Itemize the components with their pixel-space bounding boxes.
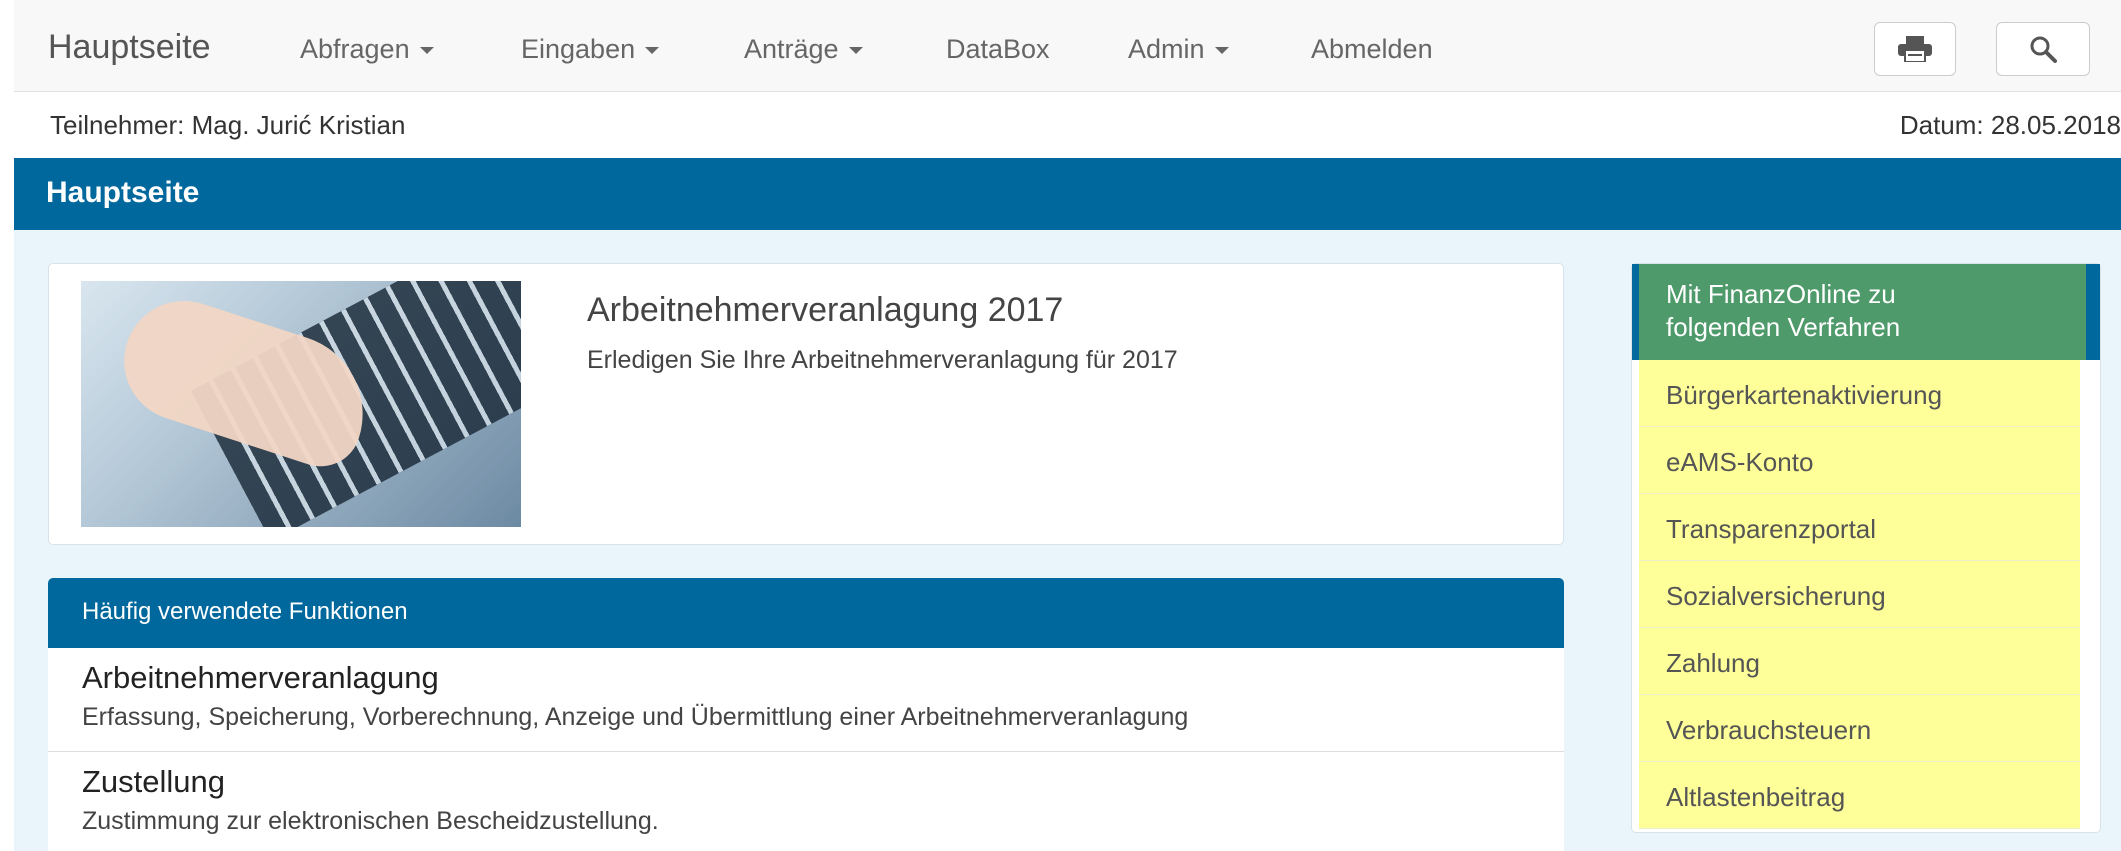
feature-card[interactable]: Arbeitnehmerveranlagung 2017 Erledigen S… [48, 263, 1564, 545]
sidebar-item-buergerkarte[interactable]: Bürgerkartenaktivierung [1639, 360, 2080, 427]
sidebar-item-label: Sozialversicherung [1666, 581, 1886, 611]
feature-title[interactable]: Arbeitnehmerveranlagung 2017 [587, 291, 1063, 330]
sidebar-item-eams[interactable]: eAMS-Konto [1639, 427, 2080, 494]
app-frame: Hauptseite Abfragen Eingaben Anträge Dat… [14, 0, 2121, 851]
frequent-functions-panel: Häufig verwendete Funktionen Arbeitnehme… [48, 578, 1564, 851]
panel-header: Häufig verwendete Funktionen [48, 578, 1564, 648]
top-navbar: Hauptseite Abfragen Eingaben Anträge Dat… [14, 0, 2121, 92]
function-title[interactable]: Zustellung [82, 764, 225, 800]
sidebar-list: Bürgerkartenaktivierung eAMS-Konto Trans… [1639, 360, 2080, 829]
nav-label: Abmelden [1311, 34, 1433, 64]
sidebar-header: Mit FinanzOnline zu folgenden Verfahren [1632, 264, 2100, 360]
panel-header-label: Häufig verwendete Funktionen [82, 598, 408, 625]
search-icon [2030, 36, 2057, 63]
sidebar-item-zahlung[interactable]: Zahlung [1639, 628, 2080, 695]
nav-label: Eingaben [521, 34, 636, 64]
nav-label: Admin [1128, 34, 1205, 64]
nav-label: Anträge [744, 34, 839, 64]
sidebar-item-label: Transparenzportal [1666, 514, 1877, 544]
nav-databox[interactable]: DataBox [946, 34, 1050, 65]
sidebar-item-label: Bürgerkartenaktivierung [1666, 380, 1943, 410]
sidebar-item-label: Zahlung [1666, 648, 1760, 678]
caret-down-icon [848, 47, 863, 55]
search-button[interactable] [1996, 22, 2090, 76]
list-item[interactable]: Zustellung Zustimmung zur elektronischen… [48, 752, 1564, 851]
sidebar-item-transparenzportal[interactable]: Transparenzportal [1639, 494, 2080, 561]
sidebar-item-label: Verbrauchsteuern [1666, 715, 1872, 745]
sidebar-item-label: eAMS-Konto [1666, 447, 1814, 477]
nav-abmelden[interactable]: Abmelden [1311, 34, 1433, 65]
page-title: Hauptseite [46, 176, 200, 209]
info-bar: Teilnehmer: Mag. Jurić Kristian Datum: 2… [14, 92, 2121, 158]
procedures-sidebar: Mit FinanzOnline zu folgenden Verfahren … [1631, 263, 2101, 833]
caret-down-icon [645, 47, 660, 55]
function-title[interactable]: Arbeitnehmerveranlagung [82, 660, 439, 696]
sidebar-item-verbrauchsteuern[interactable]: Verbrauchsteuern [1639, 695, 2080, 762]
current-date: Datum: 28.05.2018 [1899, 110, 2121, 140]
caret-down-icon [419, 47, 434, 55]
nav-abfragen[interactable]: Abfragen [300, 34, 434, 65]
main-content: Arbeitnehmerveranlagung 2017 Erledigen S… [14, 230, 2121, 851]
nav-admin[interactable]: Admin [1128, 34, 1229, 65]
print-icon [1898, 36, 1932, 62]
caret-down-icon [1214, 47, 1229, 55]
nav-label: Abfragen [300, 34, 410, 64]
participant-name: Teilnehmer: Mag. Jurić Kristian [50, 110, 406, 140]
sidebar-item-sozialversicherung[interactable]: Sozialversicherung [1639, 561, 2080, 628]
nav-label: DataBox [946, 34, 1050, 64]
function-description: Zustimmung zur elektronischen Bescheidzu… [82, 807, 659, 835]
nav-antraege[interactable]: Anträge [744, 34, 863, 65]
brand-link[interactable]: Hauptseite [48, 28, 211, 67]
print-button[interactable] [1874, 22, 1956, 76]
keyboard-image [81, 281, 521, 527]
sidebar-item-altlastenbeitrag[interactable]: Altlastenbeitrag [1639, 762, 2080, 829]
function-description: Erfassung, Speicherung, Vorberechnung, A… [82, 703, 1189, 731]
list-item[interactable]: Arbeitnehmerveranlagung Erfassung, Speic… [48, 648, 1564, 752]
feature-description: Erledigen Sie Ihre Arbeitnehmerveranlagu… [587, 346, 1178, 374]
sidebar-header-label: Mit FinanzOnline zu folgenden Verfahren [1666, 279, 1901, 342]
sidebar-item-label: Altlastenbeitrag [1666, 782, 1846, 812]
page-title-bar: Hauptseite [14, 158, 2121, 230]
nav-eingaben[interactable]: Eingaben [521, 34, 660, 65]
